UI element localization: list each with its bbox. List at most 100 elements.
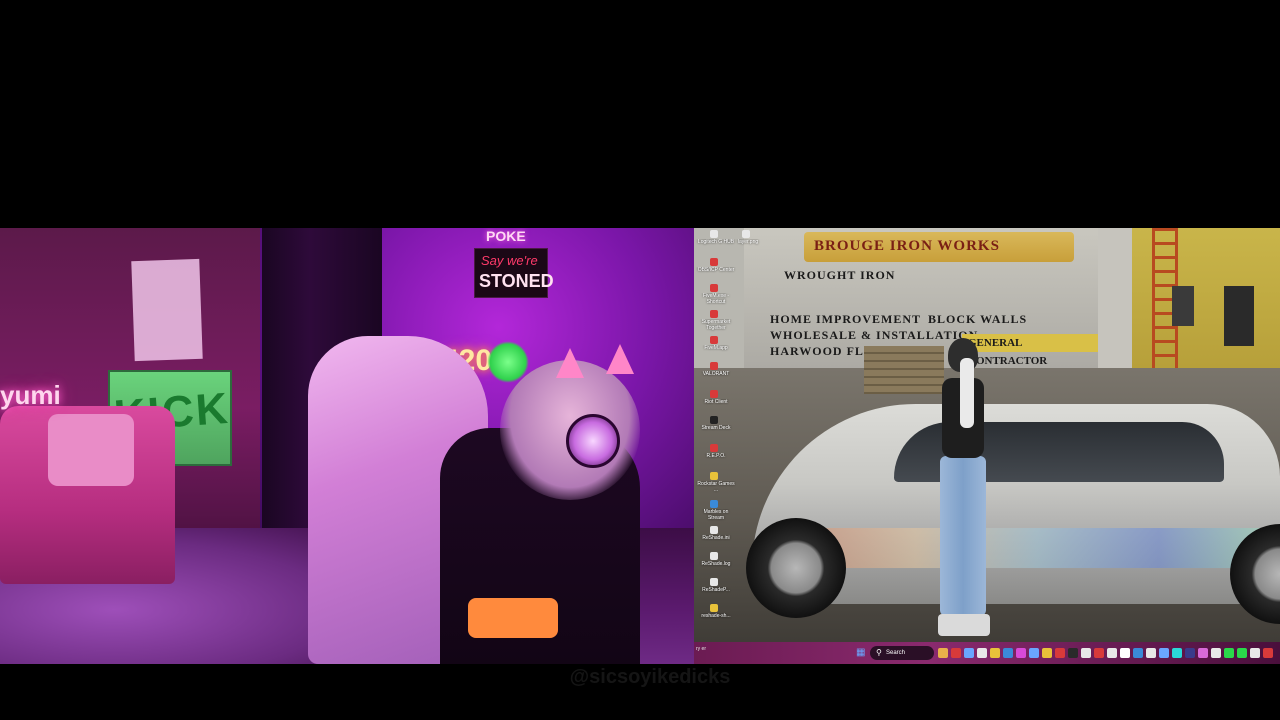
desktop-icon-riot-client[interactable]: Riot Client (696, 390, 732, 414)
taskbar-app-icon[interactable] (1120, 648, 1130, 658)
desktop-icon-reshade-log[interactable]: ReShade.log (696, 552, 732, 576)
taskbar-app-icon[interactable] (1250, 648, 1260, 658)
wall-poster (131, 258, 203, 362)
cat-ear-left (556, 348, 584, 378)
desktop-icon-repo[interactable]: R.E.P.O. (696, 444, 732, 468)
desktop-icon-rockstar[interactable]: Rockstar Games ... (696, 472, 735, 496)
taskbar-app-icon[interactable] (1133, 648, 1143, 658)
taskbar-app-icon[interactable] (1081, 648, 1091, 658)
file-icon (710, 578, 718, 586)
car-iridescent-stripe (794, 528, 1280, 568)
taskbar-app-icon[interactable] (1146, 648, 1156, 658)
game-desktop-panel: BROUGE IRON WORKS WROUGHT IRON HOME IMPR… (694, 228, 1280, 664)
taskbar-app-icon[interactable] (938, 648, 948, 658)
taskbar-app-icon[interactable] (1198, 648, 1208, 658)
taskbar-app-icon[interactable] (977, 648, 987, 658)
desktop-icon-layer-png[interactable]: layer.png (728, 230, 764, 254)
taskbar-app-icon[interactable] (1107, 648, 1117, 658)
neon-top-sign: POKE (486, 228, 526, 244)
shop-banner: BROUGE IRON WORKS (804, 232, 1074, 262)
obs-icon (710, 258, 718, 266)
shop-line-block-walls: BLOCK WALLS (928, 312, 1028, 326)
fivem-app-icon (710, 336, 718, 344)
pillow (48, 414, 134, 486)
ini-file-icon (710, 526, 718, 534)
desktop-icon-obs[interactable]: OBS/ICP Center (696, 258, 734, 282)
desktop-icon-column: Logitech G HUB layer.png OBS/ICP Center … (696, 230, 772, 630)
taskbar-app-icon[interactable] (990, 648, 1000, 658)
desktop-icon-reshade-p[interactable]: ReShadeP... (696, 578, 732, 602)
desktop-icon-label: Supermarket Together (701, 319, 731, 331)
riot-icon (710, 390, 718, 398)
character-hair (960, 358, 974, 428)
desktop-icon-label: VALORANT (702, 371, 730, 377)
taskbar-app-icon[interactable] (964, 648, 974, 658)
taskbar-app-icon[interactable] (1029, 648, 1039, 658)
taskbar-app-icon[interactable] (1172, 648, 1182, 658)
taskbar-app-icon[interactable] (1042, 648, 1052, 658)
game-character (926, 338, 996, 638)
desktop-icon-reshade-ini[interactable]: ReShade.ini (696, 526, 732, 550)
taskbar-app-icon[interactable] (1003, 648, 1013, 658)
taskbar-search-label: Search (886, 650, 906, 656)
taskbar-app-icon[interactable] (1055, 648, 1065, 658)
taskbar-app-icon[interactable] (951, 648, 961, 658)
desktop-icon-logitech[interactable]: Logitech G HUB (696, 230, 734, 254)
headphone-icon (566, 414, 620, 468)
taskbar-app-icon[interactable] (1068, 648, 1078, 658)
repo-icon (710, 444, 718, 452)
desktop-icon-label: OBS/ICP Center (697, 267, 735, 273)
character-legs (940, 456, 986, 616)
log-file-icon (710, 552, 718, 560)
top-letterbox (0, 0, 1280, 228)
rockstar-icon (710, 472, 718, 480)
taskbar-app-icon[interactable] (1211, 648, 1221, 658)
supermarket-icon (710, 310, 718, 318)
image-file-icon (742, 230, 750, 238)
desktop-icon-reshade-sh[interactable]: reshade-sh... (696, 604, 732, 628)
taskbar-search[interactable]: ⚲ Search (870, 646, 934, 660)
taskbar-left-text: ry er (696, 646, 706, 652)
desktop-icon-label: FiveM.exe - Shortcut (702, 293, 730, 305)
desktop-icon-fivem-app[interactable]: FiveM.app (696, 336, 732, 360)
building-window (1172, 286, 1194, 326)
desktop-icon-label: FiveM.app (704, 345, 728, 351)
logitech-icon (710, 230, 718, 238)
taskbar-app-icon[interactable] (1237, 648, 1247, 658)
desktop-icon-label: Stream Deck (701, 425, 731, 431)
shop-line-wrought-iron: WROUGHT IRON (784, 268, 896, 282)
desktop-icon-label: layer.png (737, 239, 759, 245)
desktop-icon-label: reshade-sh... (701, 613, 731, 619)
neon-name-sign: yumi (0, 380, 61, 410)
desktop-icon-label: ReShade.log (701, 561, 731, 567)
desktop-icon-label: Marbles on Stream (703, 509, 729, 521)
folder-icon (710, 604, 718, 612)
fivem-icon (710, 284, 718, 292)
streamer-shorts (468, 598, 558, 638)
taskbar-app-icon[interactable] (1094, 648, 1104, 658)
desktop-icon-valorant[interactable]: VALORANT (696, 362, 732, 386)
stoned-sign-line1: Say we're (481, 253, 538, 268)
shop-line-home-improvement: HOME IMPROVEMENT (770, 312, 921, 326)
taskbar-app-icon[interactable] (1224, 648, 1234, 658)
desktop-icon-stream-deck[interactable]: Stream Deck (696, 416, 732, 440)
desktop-icon-label: ReShadeP... (702, 587, 730, 593)
desktop-icon-fivem-shortcut[interactable]: FiveM.exe - Shortcut (696, 284, 732, 308)
search-icon: ⚲ (876, 648, 882, 657)
stoned-sign: Say we're STONED (474, 248, 554, 298)
start-icon[interactable]: ▦ (856, 648, 866, 658)
building-door (1224, 286, 1254, 346)
character-boots (938, 614, 990, 636)
stoned-sign-line2: STONED (479, 271, 554, 291)
marbles-icon (710, 500, 718, 508)
stream-deck-icon (710, 416, 718, 424)
shop-title: BROUGE IRON WORKS (814, 238, 1000, 254)
taskbar-app-icon[interactable] (1159, 648, 1169, 658)
taskbar-app-icon[interactable] (1016, 648, 1026, 658)
taskbar-app-icon[interactable] (1185, 648, 1195, 658)
desktop-icon-supermarket[interactable]: Supermarket Together (696, 310, 732, 334)
desktop-icon-label: Rockstar Games ... (697, 481, 735, 493)
taskbar-app-icon[interactable] (1263, 648, 1273, 658)
desktop-icon-marbles[interactable]: Marbles on Stream (696, 500, 732, 524)
valorant-icon (710, 362, 718, 370)
